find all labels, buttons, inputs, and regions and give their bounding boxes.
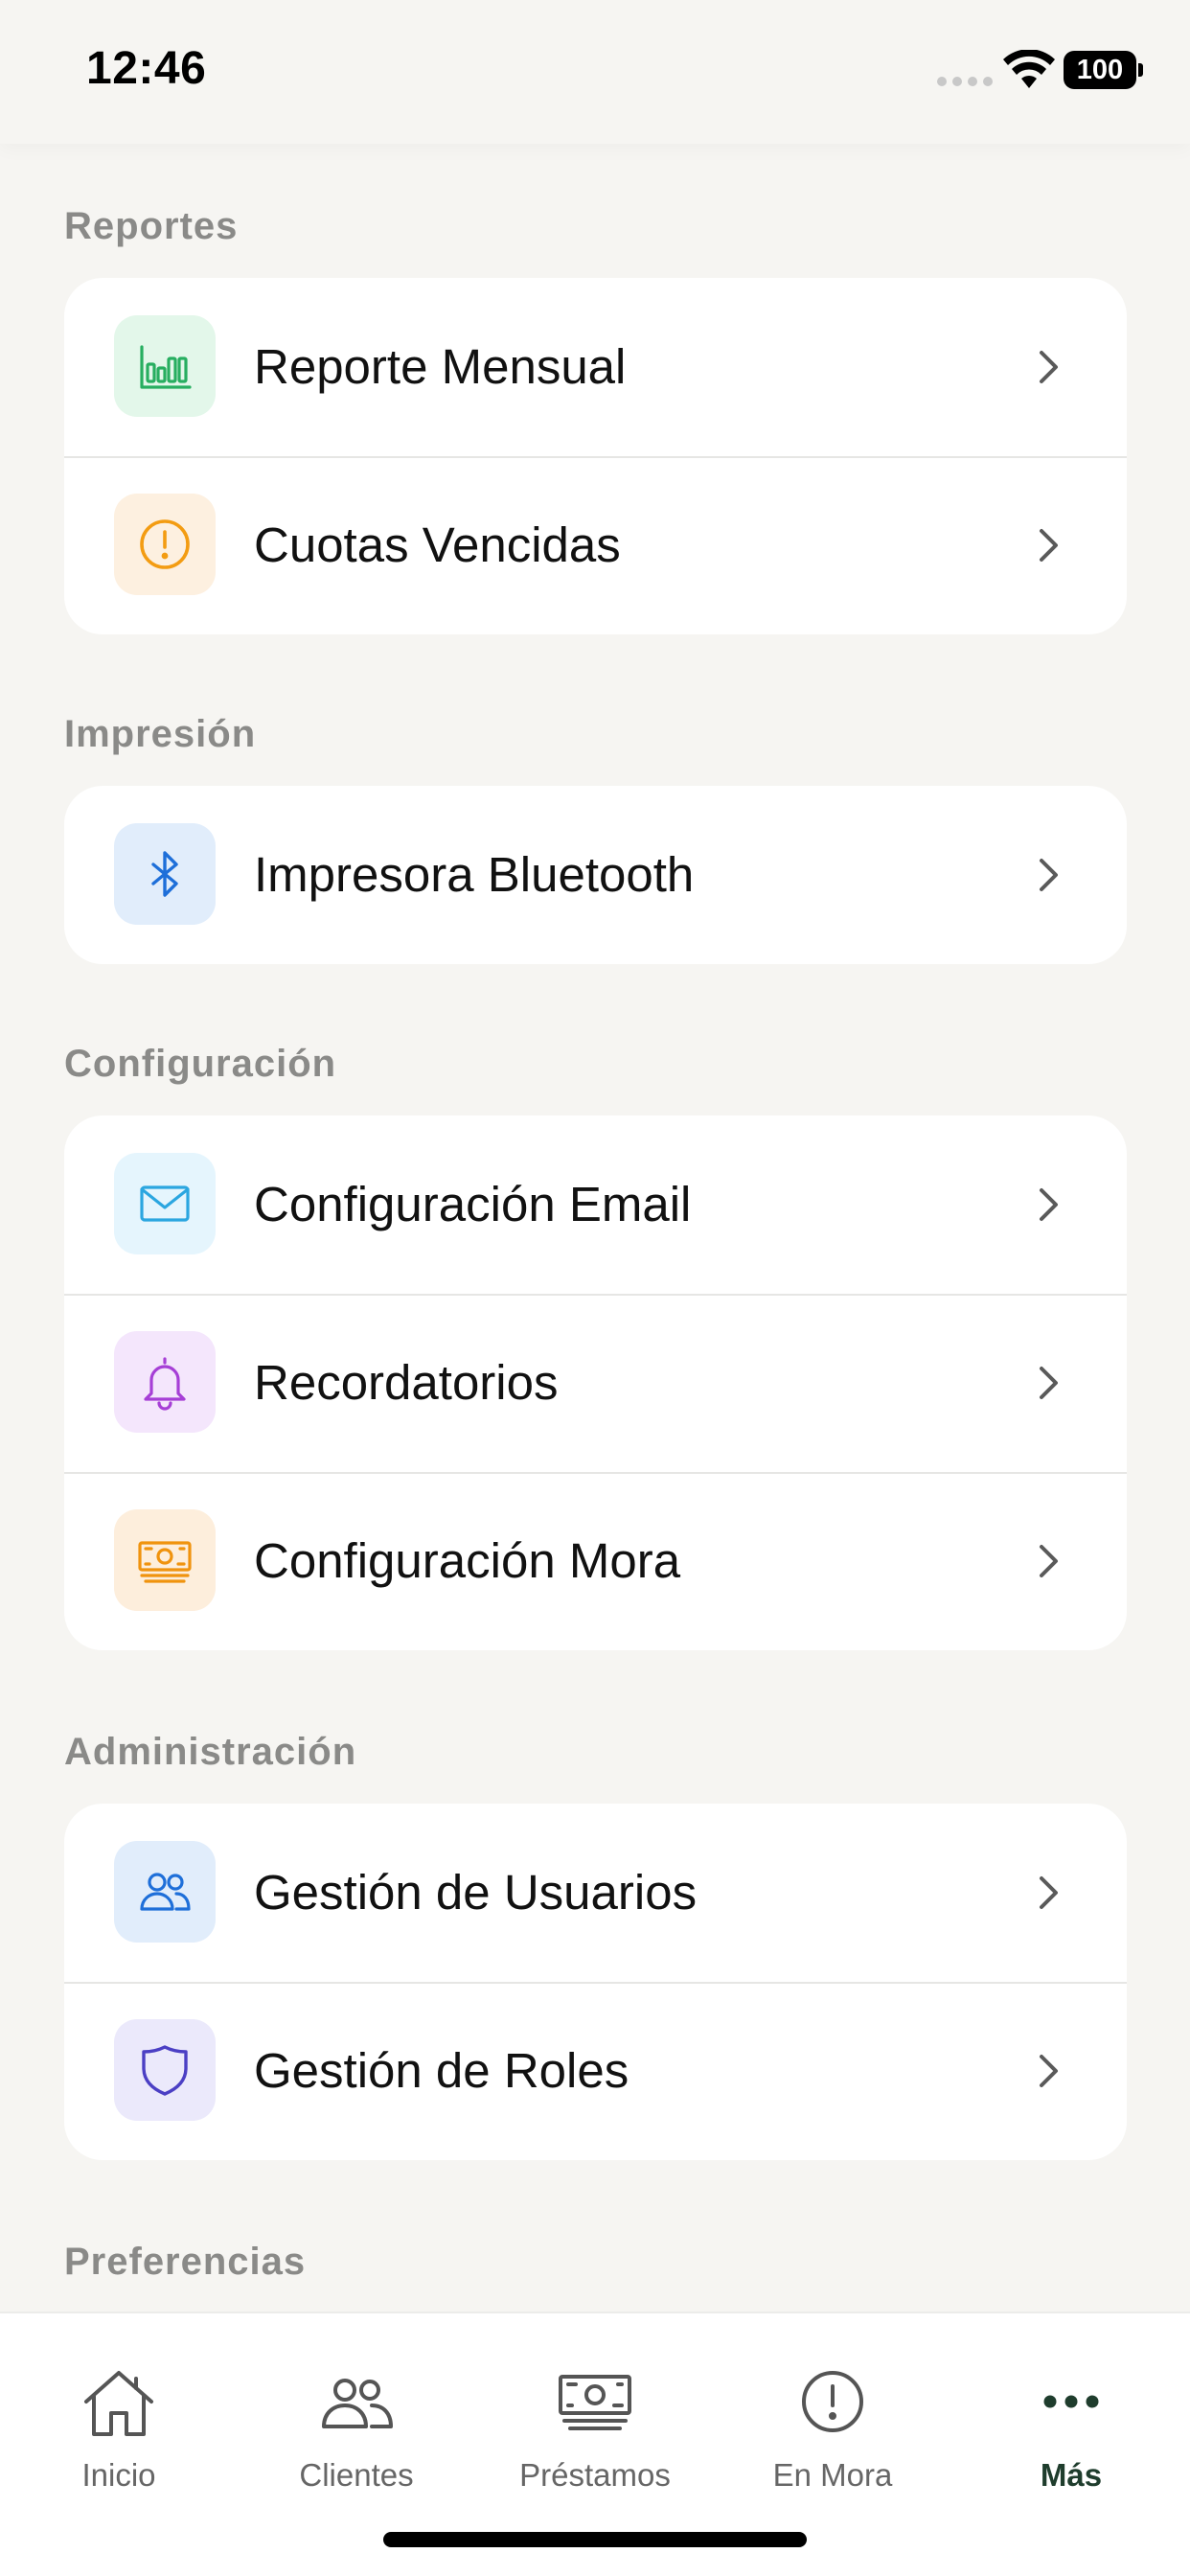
home-indicator: [383, 2532, 807, 2547]
administracion-card: Gestión de Usuarios Gestión de Roles: [64, 1804, 1127, 2160]
menu-item-impresora-bluetooth[interactable]: Impresora Bluetooth: [64, 786, 1127, 964]
tab-label: Inicio: [81, 2457, 156, 2493]
menu-item-label: Cuotas Vencidas: [254, 518, 621, 572]
bell-icon: [114, 1331, 216, 1433]
tab-clientes[interactable]: Clientes: [238, 2313, 475, 2496]
menu-item-label: Recordatorios: [254, 1355, 559, 1410]
chevron-right-icon: [1040, 1367, 1058, 1399]
chevron-right-icon: [1040, 1545, 1058, 1577]
chevron-right-icon: [1040, 351, 1058, 383]
chevron-right-icon: [1040, 2055, 1058, 2087]
wifi-icon: [1003, 50, 1055, 88]
chevron-right-icon: [1040, 1188, 1058, 1221]
cellular-signal-icon: [937, 77, 993, 86]
section-title-impresion: Impresión: [64, 713, 257, 755]
cash-icon: [559, 2375, 631, 2430]
tab-inicio[interactable]: Inicio: [0, 2313, 238, 2496]
configuracion-card: Configuración Email Recordatorios Config…: [64, 1116, 1127, 1650]
status-bar: 12:46 100: [0, 0, 1190, 144]
menu-item-configuracion-email[interactable]: Configuración Email: [64, 1116, 1127, 1294]
alert-circle-icon: [114, 494, 216, 595]
bluetooth-icon: [114, 823, 216, 925]
menu-item-label: Reporte Mensual: [254, 339, 627, 394]
bar-chart-icon: [114, 315, 216, 417]
menu-item-label: Configuración Mora: [254, 1533, 681, 1588]
section-title-preferencias: Preferencias: [64, 2241, 307, 2283]
section-title-configuracion: Configuración: [64, 1043, 337, 1085]
menu-item-reporte-mensual[interactable]: Reporte Mensual: [64, 278, 1127, 456]
menu-item-label: Gestión de Usuarios: [254, 1865, 698, 1920]
users-icon: [114, 1841, 216, 1943]
home-icon: [84, 2371, 153, 2436]
tab-label: Más: [1040, 2457, 1103, 2493]
tab-mas[interactable]: Más: [952, 2313, 1190, 2496]
menu-item-label: Configuración Email: [254, 1177, 692, 1231]
menu-item-cuotas-vencidas[interactable]: Cuotas Vencidas: [64, 456, 1127, 634]
tab-label: Préstamos: [519, 2457, 671, 2493]
menu-item-label: Impresora Bluetooth: [254, 847, 695, 902]
menu-item-recordatorios[interactable]: Recordatorios: [64, 1294, 1127, 1472]
section-title-administracion: Administración: [64, 1731, 357, 1773]
alert-circle-icon: [802, 2371, 863, 2432]
more-screen: 12:46 100 Reportes Reporte Mensual Cuota…: [0, 0, 1190, 2576]
section-title-reportes: Reportes: [64, 205, 239, 247]
tab-en-mora[interactable]: En Mora: [714, 2313, 951, 2496]
chevron-right-icon: [1040, 859, 1058, 891]
users-icon: [322, 2379, 393, 2428]
shield-icon: [114, 2019, 216, 2121]
tab-prestamos[interactable]: Préstamos: [476, 2313, 714, 2496]
battery-icon: 100: [1064, 51, 1136, 89]
status-time: 12:46: [86, 43, 207, 94]
chevron-right-icon: [1040, 1876, 1058, 1909]
menu-item-configuracion-mora[interactable]: Configuración Mora: [64, 1472, 1127, 1650]
battery-tip: [1138, 63, 1143, 77]
menu-item-label: Gestión de Roles: [254, 2043, 629, 2098]
chevron-right-icon: [1040, 529, 1058, 562]
tab-label: Clientes: [299, 2457, 414, 2493]
tab-label: En Mora: [772, 2457, 893, 2493]
more-icon: [1043, 2395, 1099, 2408]
menu-item-gestion-roles[interactable]: Gestión de Roles: [64, 1982, 1127, 2160]
mail-icon: [114, 1153, 216, 1254]
cash-icon: [114, 1509, 216, 1611]
reportes-card: Reporte Mensual Cuotas Vencidas: [64, 278, 1127, 634]
impresion-card: Impresora Bluetooth: [64, 786, 1127, 964]
menu-item-gestion-usuarios[interactable]: Gestión de Usuarios: [64, 1804, 1127, 1982]
